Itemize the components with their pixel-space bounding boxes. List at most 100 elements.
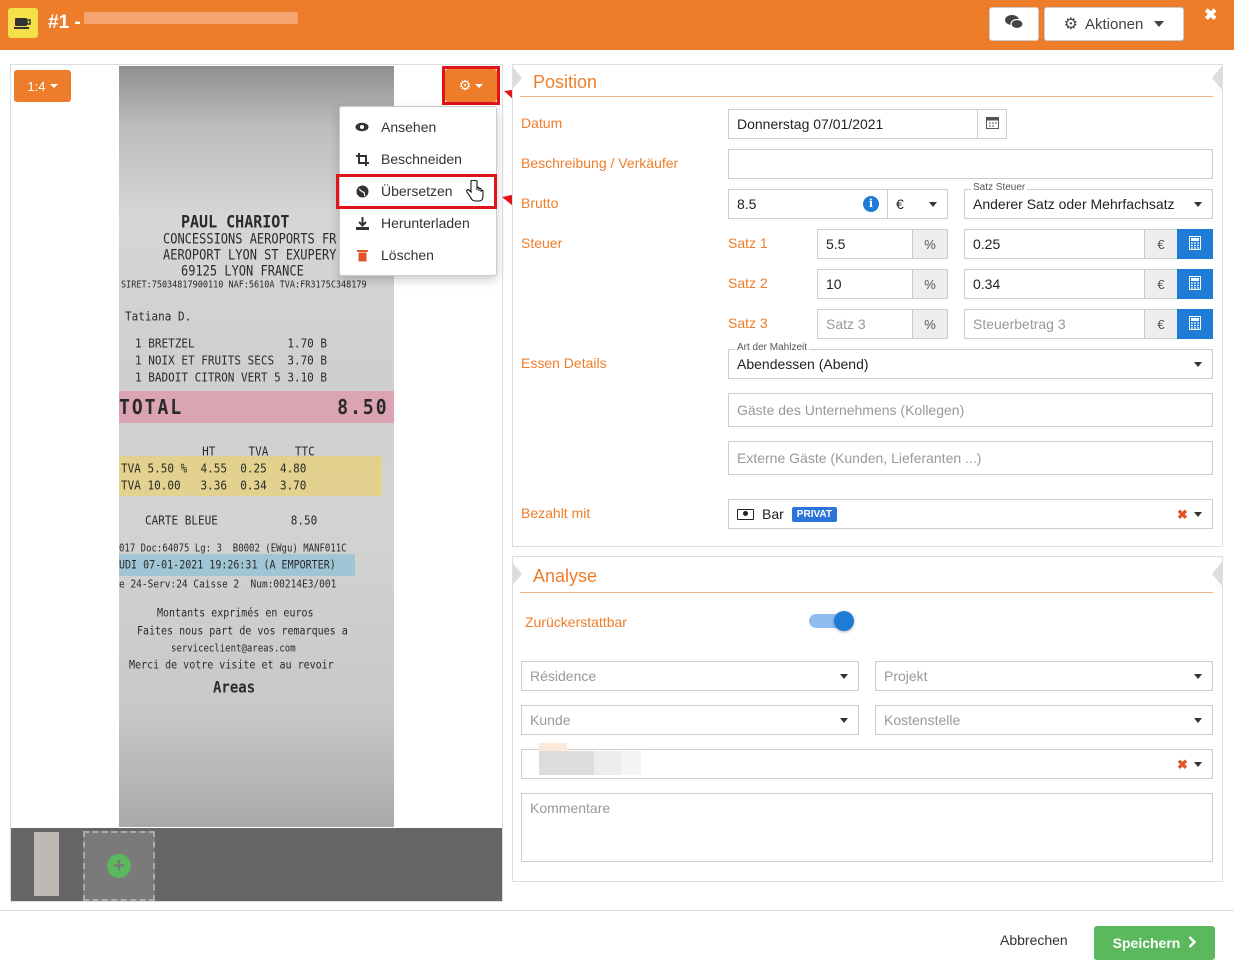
- redacted-block: [539, 751, 594, 775]
- annotation-highlight-box: [442, 66, 500, 105]
- calculator-icon: [1189, 315, 1201, 333]
- caret-down-icon: [929, 202, 937, 207]
- receipt-thumbnail[interactable]: [34, 832, 59, 896]
- money-bill-icon: [737, 508, 754, 520]
- caret-down-icon: [49, 84, 58, 88]
- receipt-line: serviceclient@areas.com: [171, 643, 296, 655]
- receipt-line: Merci de votre visite et au revoir: [129, 659, 334, 672]
- steuer-label: Steuer: [521, 235, 563, 251]
- calculator-button[interactable]: [1177, 309, 1213, 339]
- residence-select[interactable]: Résidence: [521, 661, 859, 691]
- gaeste-intern-input[interactable]: Gäste des Unternehmens (Kollegen): [728, 393, 1213, 427]
- kostenstelle-select[interactable]: Kostenstelle: [875, 705, 1213, 735]
- receipt-line: 1 BRETZEL 1.70 B: [135, 336, 328, 351]
- zurueckerstattbar-label: Zurückerstattbar: [525, 614, 627, 630]
- cancel-button[interactable]: Abbrechen: [1000, 932, 1068, 948]
- satz-3-label: Satz 3: [728, 315, 768, 331]
- chat-button[interactable]: [989, 7, 1039, 41]
- receipt-total-line: TOTAL 8.50: [119, 395, 389, 420]
- euro-addon: €: [1144, 309, 1178, 339]
- expense-app-icon: [8, 8, 38, 38]
- kommentare-textarea[interactable]: Kommentare: [521, 793, 1213, 862]
- receipt-line: UDI 07-01-2021 19:26:31 (A EMPORTER): [119, 559, 336, 572]
- brutto-label: Brutto: [521, 195, 559, 211]
- menu-item-loeschen[interactable]: Löschen: [340, 239, 496, 271]
- steuerbetrag-2-input[interactable]: 0.34: [964, 269, 1145, 299]
- gear-icon: ⚙: [1063, 16, 1078, 33]
- receipt-line: Faites nous part de vos remarques a: [137, 625, 348, 638]
- pointer-cursor-icon: [466, 179, 484, 205]
- clear-icon[interactable]: ✖: [1177, 507, 1188, 523]
- beschreibung-input[interactable]: [728, 149, 1213, 179]
- title-redacted-block: [84, 12, 298, 24]
- calculator-button[interactable]: [1177, 229, 1213, 259]
- gaeste-extern-input[interactable]: Externe Gäste (Kunden, Lieferanten ...): [728, 441, 1213, 475]
- euro-addon: €: [1144, 269, 1178, 299]
- zoom-dropdown-button[interactable]: 1:4: [14, 70, 71, 102]
- receipt-line: e 24-Serv:24 Caisse 2 Num:00214E3/001: [119, 578, 337, 591]
- plus-icon: +: [107, 854, 131, 878]
- divider: [520, 592, 1213, 593]
- steuerbetrag-1-input[interactable]: 0.25: [964, 229, 1145, 259]
- calendar-button[interactable]: [977, 109, 1007, 139]
- position-title: Position: [533, 72, 598, 92]
- currency-select[interactable]: €: [887, 189, 948, 219]
- datum-input[interactable]: Donnerstag 07/01/2021: [728, 109, 978, 139]
- calendar-icon: [985, 116, 999, 132]
- payment-method-value: Bar: [762, 506, 784, 522]
- eye-icon: [354, 119, 370, 135]
- panel-collapse-tab-icon: [1212, 562, 1222, 586]
- actions-label: Aktionen: [1084, 15, 1144, 33]
- close-icon[interactable]: ✖: [1204, 5, 1217, 25]
- satz-steuer-select[interactable]: Anderer Satz oder Mehrfachsatz: [964, 189, 1213, 219]
- receipt-line: PAUL CHARIOT: [181, 211, 290, 233]
- add-image-button[interactable]: +: [83, 831, 155, 901]
- caret-down-icon: [1194, 718, 1202, 723]
- menu-item-label: Herunterladen: [381, 215, 470, 231]
- kunde-select[interactable]: Kunde: [521, 705, 859, 735]
- menu-item-label: Löschen: [381, 247, 434, 263]
- caret-down-icon: [840, 718, 848, 723]
- receipt-line: Areas: [213, 678, 256, 698]
- caret-down-icon: [840, 674, 848, 679]
- payment-method-select[interactable]: Bar PRIVAT: [728, 499, 1213, 529]
- receipt-line: 017 Doc:64075 Lg: 3 B0002 (EWgu) MANF011…: [119, 543, 347, 555]
- satz-1-input[interactable]: 5.5: [817, 229, 913, 259]
- analyse-title: Analyse: [533, 566, 598, 586]
- divider: [520, 96, 1213, 97]
- info-icon[interactable]: i: [863, 196, 879, 212]
- clear-icon[interactable]: ✖: [1177, 757, 1188, 773]
- receipt-line: CONCESSIONS AEROPORTS FR: [163, 230, 337, 248]
- trash-icon: [354, 247, 370, 263]
- receipt-line: AEROPORT LYON ST EXUPERY: [163, 246, 337, 264]
- chevron-right-icon: [1188, 935, 1197, 951]
- steuerbetrag-3-input[interactable]: Steuerbetrag 3: [964, 309, 1145, 339]
- menu-item-herunterladen[interactable]: Herunterladen: [340, 207, 496, 239]
- erstattbar-toggle-knob[interactable]: [834, 611, 854, 631]
- privat-badge: PRIVAT: [791, 506, 837, 522]
- mahlzeit-select[interactable]: Abendessen (Abend): [728, 349, 1213, 379]
- receipt-line: CARTE BLEUE 8.50: [145, 513, 318, 528]
- redacted-block: [539, 743, 567, 751]
- satz-1-label: Satz 1: [728, 235, 768, 251]
- caret-down-icon: [1194, 762, 1202, 767]
- receipt-line: TVA 5.50 % 4.55 0.25 4.80: [121, 461, 307, 476]
- projekt-select[interactable]: Projekt: [875, 661, 1213, 691]
- receipt-line: 69125 LYON FRANCE: [181, 262, 304, 280]
- download-icon: [354, 215, 370, 231]
- mahlzeit-label: Art der Mahlzeit: [735, 342, 810, 353]
- actions-dropdown-button[interactable]: ⚙ Aktionen: [1044, 7, 1184, 41]
- save-button[interactable]: Speichern: [1094, 926, 1215, 960]
- calculator-button[interactable]: [1177, 269, 1213, 299]
- panel-collapse-tab-icon: [512, 562, 522, 586]
- calculator-icon: [1189, 235, 1201, 253]
- satz-steuer-label: Satz Steuer: [971, 182, 1028, 193]
- beschreibung-label: Beschreibung / Verkäufer: [521, 155, 679, 171]
- satz-3-input[interactable]: Satz 3: [817, 309, 913, 339]
- satz-2-input[interactable]: 10: [817, 269, 913, 299]
- comments-icon: [1004, 14, 1024, 34]
- menu-item-beschneiden[interactable]: Beschneiden: [340, 143, 496, 175]
- panel-collapse-tab-icon: [512, 66, 522, 90]
- menu-item-ansehen[interactable]: Ansehen: [340, 111, 496, 143]
- menu-item-label: Beschneiden: [381, 151, 462, 167]
